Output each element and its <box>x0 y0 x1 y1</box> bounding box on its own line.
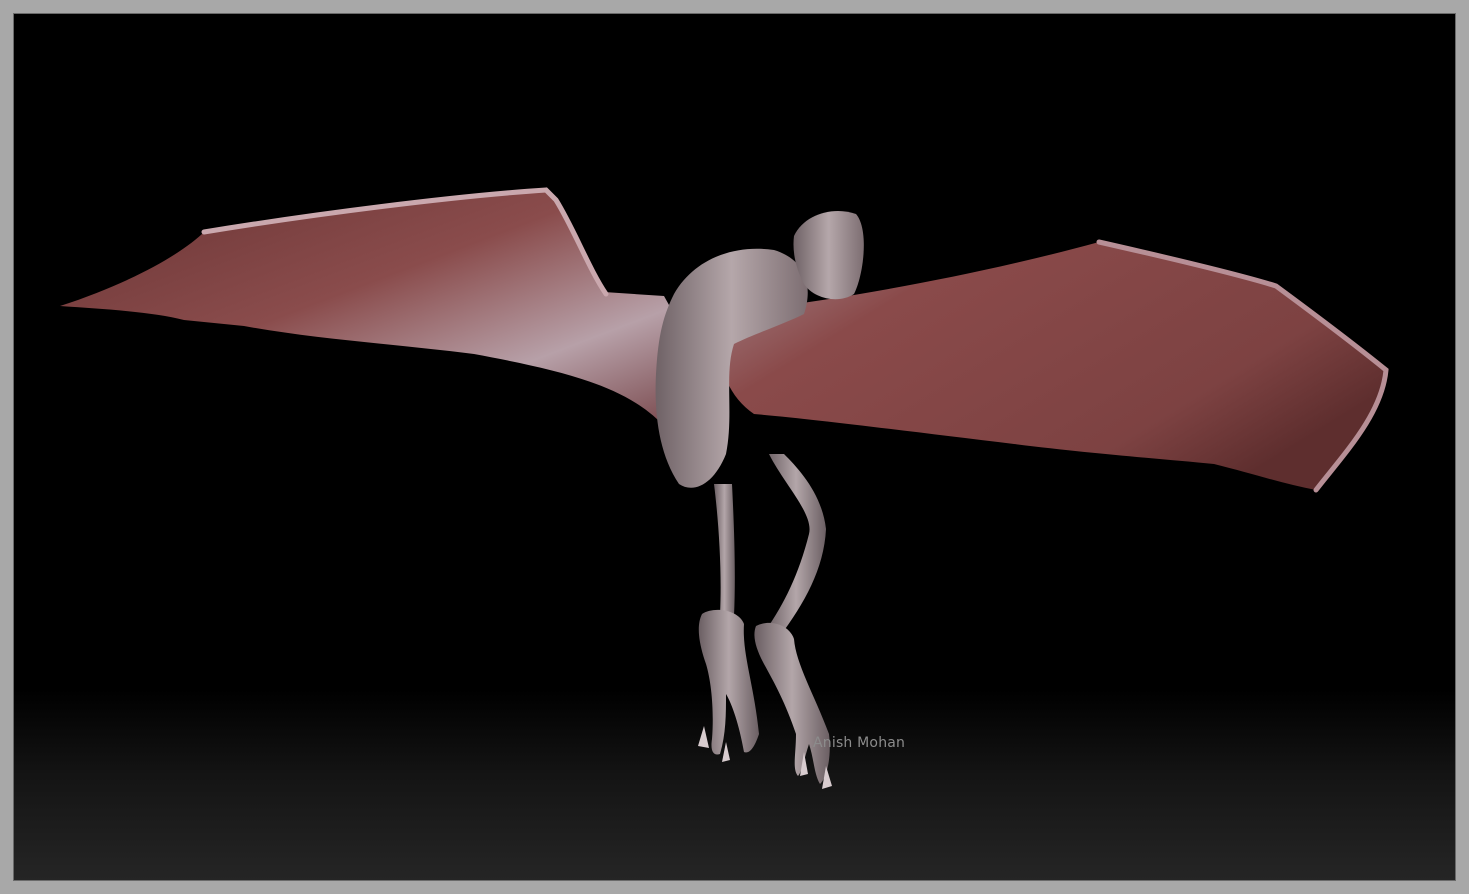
left-leg <box>714 484 735 616</box>
claw <box>722 742 730 762</box>
image-frame: Anish Mohan <box>0 0 1469 894</box>
render-viewport: Anish Mohan <box>13 13 1456 881</box>
left-foot <box>698 609 759 755</box>
right-leg <box>766 454 826 636</box>
creature-render <box>60 187 1389 789</box>
claw <box>698 726 709 748</box>
right-foot <box>754 622 830 784</box>
left-wing <box>60 190 674 424</box>
artist-watermark: Anish Mohan <box>813 735 906 751</box>
